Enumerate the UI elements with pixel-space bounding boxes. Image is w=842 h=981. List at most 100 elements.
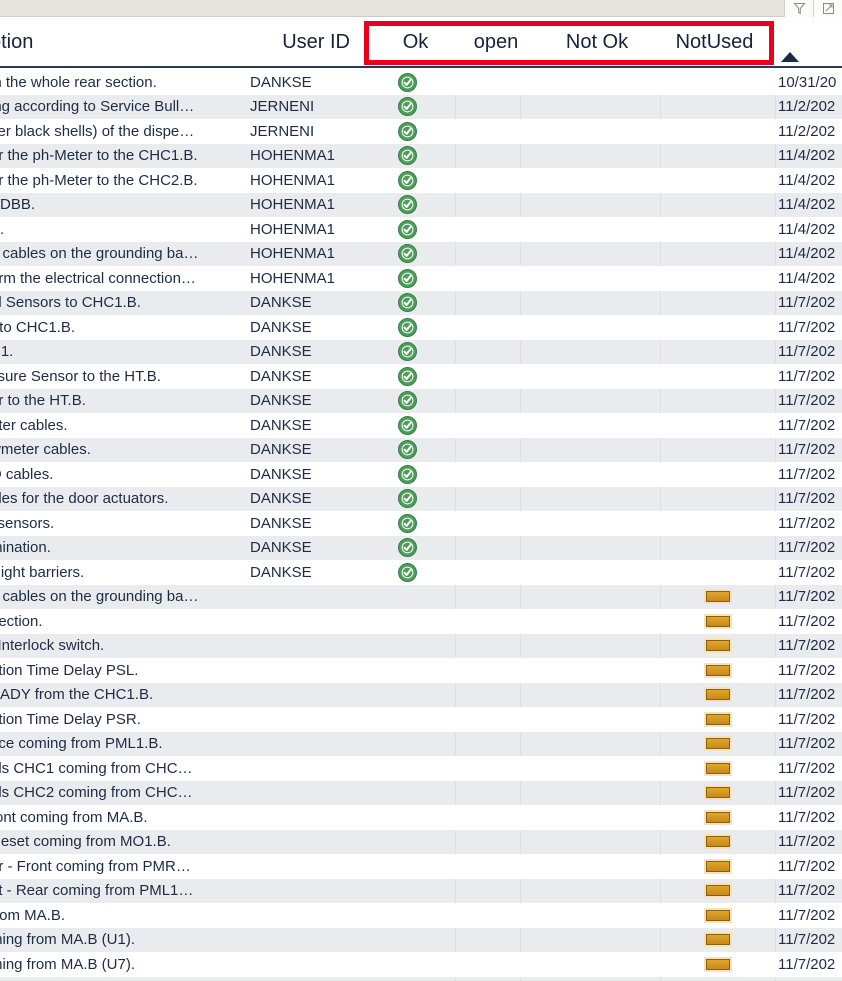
cell-description: ation Time Delay PSR. — [0, 710, 141, 728]
table-row[interactable]: Reset coming from MO1.B. 11/7/202 — [0, 829, 842, 855]
table-row[interactable]: ming from MA.B (U7). 11/7/202 — [0, 952, 842, 977]
table-row[interactable]: O cables. DANKSE 11/7/202 — [0, 462, 842, 487]
cell-not-used — [660, 830, 775, 855]
table-row[interactable]: klight barriers. DANKSE 11/7/202 — [0, 560, 842, 585]
cell-description: O cables. — [0, 465, 54, 483]
table-row[interactable]: or the ph-Meter to the CHC2.B. HOHENMA1 11… — [0, 168, 842, 193]
cell-description: bles for the door actuators. — [0, 490, 169, 508]
cell-ok — [360, 389, 455, 414]
column-separator — [520, 780, 521, 805]
status-ok-icon — [398, 195, 417, 215]
table-row[interactable]: bles for the door actuators. DANKSE 11/7/2… — [0, 486, 842, 511]
table-row[interactable]: g cables on the grounding ba… HOHENMA1 11/… — [0, 241, 842, 266]
table-row[interactable]: wmeter cables. DANKSE 11/7/202 — [0, 437, 842, 463]
column-separator — [455, 731, 456, 756]
status-ok-icon — [398, 97, 417, 117]
table-row[interactable]: g cables on the grounding ba… 11/7/202 — [0, 584, 842, 609]
status-not-used-icon — [705, 615, 730, 627]
table-row[interactable]: nt - Rear coming from PML1… 11/7/202 — [0, 878, 842, 903]
table-row[interactable]: C1. DANKSE 11/7/202 — [0, 339, 842, 365]
cell-user-id: JERNENI — [250, 122, 315, 140]
table-row[interactable]: el Sensors to CHC1.B. DANKSE 11/7/202 — [0, 290, 842, 316]
cell-not-used — [660, 903, 775, 928]
sort-ascending-icon[interactable] — [781, 52, 799, 62]
table-row[interactable]: l Interlock switch. 11/7/202 — [0, 633, 842, 659]
cell-description: ace coming from PML1.B. — [0, 735, 163, 753]
table-row[interactable]: B. HOHENMA1 11/4/202 — [0, 217, 842, 242]
filter-icon[interactable] — [784, 0, 813, 17]
cell-description: el Sensors to CHC1.B. — [0, 294, 141, 312]
column-separator — [520, 535, 521, 560]
cell-description: als CHC2 coming from CHC… — [0, 784, 193, 802]
cell-date: 11/7/202 — [778, 514, 836, 532]
column-separator — [455, 143, 456, 168]
cell-date: 10/31/20 — [778, 73, 837, 91]
data-grid-screen: ption User ID Ok open Not Ok NotUsed in … — [0, 0, 842, 981]
table-row[interactable]: in the whole rear section. DANKSE 10/31/20 — [0, 70, 842, 95]
cell-date: 11/7/202 — [778, 490, 836, 508]
status-not-used-icon — [705, 885, 730, 897]
toolbar-icon-group — [784, 0, 842, 17]
column-header-not-ok[interactable]: Not Ok — [537, 18, 657, 66]
cell-user-id — [250, 830, 350, 855]
table-row[interactable]: from MA.B. 11/7/202 — [0, 903, 842, 928]
column-header-open[interactable]: open — [455, 18, 537, 66]
cell-user-id: JERNENI — [250, 98, 315, 116]
cell-date: 11/2/202 — [778, 98, 836, 116]
cell-date: 11/2/202 — [778, 122, 836, 140]
column-separator — [520, 829, 521, 854]
table-row[interactable]: ver black shells) of the dispe… JERNENI 11… — [0, 119, 842, 144]
table-row[interactable]: ace coming from PML1.B. 11/7/202 — [0, 731, 842, 756]
table-row[interactable]: ssure Sensor to the HT.B. DANKSE 11/7/202 — [0, 364, 842, 389]
column-separator — [520, 682, 521, 707]
cell-ok — [360, 511, 455, 536]
table-row[interactable]: ater cables. DANKSE 11/7/202 — [0, 413, 842, 438]
table-body[interactable]: in the whole rear section. DANKSE 10/31/20… — [0, 70, 842, 981]
table-row[interactable]: ming from MA.B (U1). 11/7/202 — [0, 927, 842, 952]
column-header-ok[interactable]: Ok — [368, 18, 463, 66]
table-row[interactable]: nection. 11/7/202 — [0, 609, 842, 634]
table-row[interactable]: or to the HT.B. DANKSE 11/7/202 — [0, 388, 842, 414]
column-header-user-id[interactable]: User ID — [250, 18, 350, 66]
table-row[interactable]: mination. DANKSE 11/7/202 — [0, 535, 842, 560]
cell-description: r to CHC1.B. — [0, 318, 76, 336]
table-row[interactable]: PDBB. HOHENMA1 11/4/202 — [0, 192, 842, 217]
export-icon[interactable] — [813, 0, 842, 17]
cell-not-used — [660, 634, 775, 659]
table-row[interactable]: or the ph-Meter to the CHC1.B. HOHENMA1 11… — [0, 143, 842, 168]
cell-description: ation Time Delay PSL. — [0, 661, 139, 679]
cell-date: 11/7/202 — [778, 833, 836, 851]
cell-ok — [360, 438, 455, 463]
table-row[interactable]: r to CHC1.B. DANKSE 11/7/202 — [0, 315, 842, 340]
cell-description: Reset coming from MO1.B. — [0, 833, 171, 851]
column-separator — [775, 94, 776, 119]
table-row[interactable]: als CHC2 coming from CHC… 11/7/202 — [0, 780, 842, 806]
table-row[interactable]: orm the electrical connection… HOHENMA1 11… — [0, 266, 842, 291]
table-row[interactable]: als CHC1 coming from CHC… 11/7/202 — [0, 756, 842, 781]
cell-date: 11/4/202 — [778, 147, 836, 165]
cell-not-used — [660, 781, 775, 806]
table-row[interactable]: ksensors. DANKSE 11/7/202 — [0, 511, 842, 536]
table-row[interactable] — [0, 976, 842, 981]
table-row[interactable]: ation Time Delay PSL. 11/7/202 — [0, 658, 842, 683]
cell-ok — [360, 340, 455, 365]
cell-description: ssure Sensor to the HT.B. — [0, 367, 161, 385]
cell-date: 11/4/202 — [778, 269, 836, 287]
column-separator — [660, 437, 661, 462]
column-separator — [455, 535, 456, 560]
table-row[interactable]: ar - Front coming from PMR… 11/7/202 — [0, 854, 842, 879]
cell-ok — [360, 291, 455, 316]
column-header-description[interactable]: ption — [0, 18, 250, 66]
column-header-not-used[interactable]: NotUsed — [657, 18, 772, 66]
column-separator — [660, 241, 661, 266]
table-row[interactable]: EADY from the CHC1.B. 11/7/202 — [0, 682, 842, 707]
cell-user-id — [250, 634, 350, 659]
table-row[interactable]: ing according to Service Bull… JERNENI 11/… — [0, 94, 842, 119]
cell-date: 11/7/202 — [778, 318, 836, 336]
table-row[interactable]: ation Time Delay PSR. 11/7/202 — [0, 707, 842, 732]
column-separator — [455, 94, 456, 119]
cell-date: 11/4/202 — [778, 196, 836, 214]
table-row[interactable]: ront coming from MA.B. 11/7/202 — [0, 805, 842, 830]
cell-date: 11/7/202 — [778, 686, 836, 704]
cell-date: 11/7/202 — [778, 343, 836, 361]
